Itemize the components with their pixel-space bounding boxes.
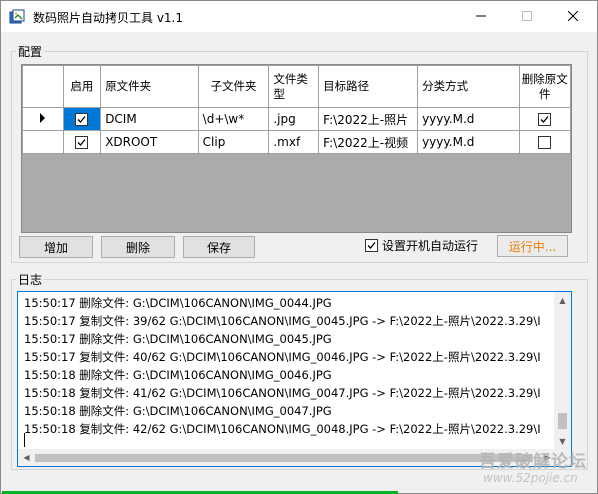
minimize-icon (476, 15, 486, 17)
log-line: 15:50:17 复制文件: 40/62 G:\DCIM\106CANON\IM… (24, 350, 541, 364)
close-icon (568, 11, 578, 21)
enabled-cell[interactable] (62, 130, 102, 154)
classify-cell[interactable]: yyyy.M.d (417, 107, 520, 131)
add-button[interactable]: 增加 (19, 236, 93, 258)
config-grid[interactable]: 启用 原文件夹 子文件夹 文件类型 目标路径 分类方式 删除原文件 DCIM \ (21, 64, 572, 233)
source-cell[interactable]: DCIM (100, 107, 199, 131)
title-bar[interactable]: 数码照片自动拷贝工具 v1.1 (1, 1, 597, 32)
source-cell[interactable]: XDROOT (100, 130, 199, 154)
watermark-line1: 吾爱破解论坛 (479, 452, 587, 472)
vertical-scroll-thumb[interactable] (558, 413, 567, 429)
app-window: 数码照片自动拷贝工具 v1.1 配置 启用 原文件夹 子文件夹 文件类型 目标路 (0, 0, 598, 494)
text-caret (24, 433, 25, 447)
filetype-cell[interactable]: .jpg (268, 107, 320, 131)
log-line: 15:50:18 删除文件: G:\DCIM\106CANON\IMG_0046… (24, 368, 332, 382)
minimize-button[interactable] (458, 1, 504, 31)
row-header-corner (22, 65, 64, 108)
table-row[interactable]: XDROOT Clip .mxf F:\2022上-视频 yyyy.M.d (22, 130, 571, 154)
checkbox-icon[interactable] (75, 136, 89, 149)
app-icon (9, 9, 25, 24)
column-header-target[interactable]: 目标路径 (318, 65, 419, 108)
column-header-source[interactable]: 原文件夹 (100, 65, 199, 108)
classify-cell[interactable]: yyyy.M.d (417, 130, 520, 154)
column-header-enabled[interactable]: 启用 (62, 65, 102, 108)
column-header-filetype[interactable]: 文件类型 (268, 65, 320, 108)
log-line: 15:50:17 删除文件: G:\DCIM\106CANON\IMG_0044… (24, 296, 332, 310)
log-line: 15:50:18 复制文件: 42/62 G:\DCIM\106CANON\IM… (24, 422, 541, 436)
table-row[interactable]: DCIM \d+\w* .jpg F:\2022上-照片 yyyy.M.d (22, 107, 571, 131)
subfolder-cell[interactable]: Clip (197, 130, 270, 154)
checkbox-icon[interactable] (538, 136, 552, 149)
target-cell[interactable]: F:\2022上-照片 (318, 107, 419, 131)
delete-cell[interactable] (518, 107, 571, 131)
checkbox-icon[interactable] (365, 239, 378, 252)
autostart-option[interactable]: 设置开机自动运行 (365, 237, 478, 254)
column-header-delete[interactable]: 删除原文件 (518, 65, 571, 108)
close-button[interactable] (550, 1, 596, 31)
log-textarea[interactable]: 15:50:17 删除文件: G:\DCIM\106CANON\IMG_0044… (17, 291, 572, 467)
delete-button[interactable]: 删除 (101, 236, 175, 258)
enabled-cell[interactable] (62, 107, 102, 131)
maximize-button[interactable] (504, 1, 550, 31)
target-cell[interactable]: F:\2022上-视频 (318, 130, 419, 154)
autostart-label: 设置开机自动运行 (382, 239, 479, 253)
grid-header-row: 启用 原文件夹 子文件夹 文件类型 目标路径 分类方式 删除原文件 (22, 65, 571, 108)
watermark: 吾爱破解论坛 www.52pojie.cn (471, 447, 597, 493)
checkbox-icon[interactable] (538, 113, 552, 126)
horizontal-scroll-thumb[interactable] (35, 454, 533, 462)
save-button[interactable]: 保存 (183, 236, 255, 258)
log-line: 15:50:17 删除文件: G:\DCIM\106CANON\IMG_0045… (24, 332, 332, 346)
run-button[interactable]: 运行中... (497, 235, 568, 257)
watermark-line2: www.52pojie.cn (483, 471, 578, 485)
scroll-left-arrow-icon[interactable]: ◀ (18, 449, 35, 466)
column-header-classify[interactable]: 分类方式 (417, 65, 520, 108)
log-line: 15:50:18 复制文件: 41/62 G:\DCIM\106CANON\IM… (24, 386, 541, 400)
window-title: 数码照片自动拷贝工具 v1.1 (33, 11, 184, 25)
row-header[interactable] (22, 107, 64, 131)
subfolder-cell[interactable]: \d+\w* (197, 107, 270, 131)
column-header-subfolder[interactable]: 子文件夹 (197, 65, 270, 108)
config-group-label: 配置 (16, 43, 45, 60)
filetype-cell[interactable]: .mxf (268, 130, 320, 154)
maximize-icon (522, 11, 532, 21)
scroll-up-arrow-icon[interactable]: ▲ (554, 292, 571, 309)
log-vertical-scrollbar[interactable]: ▲ ▼ (554, 292, 571, 450)
log-line: 15:50:18 删除文件: G:\DCIM\106CANON\IMG_0047… (24, 404, 332, 418)
row-header[interactable] (22, 130, 64, 154)
delete-cell[interactable] (518, 130, 571, 154)
checkbox-icon[interactable] (75, 113, 89, 126)
log-group-label: 日志 (16, 271, 45, 288)
row-pointer-icon (39, 113, 45, 123)
log-line: 15:50:17 复制文件: 39/62 G:\DCIM\106CANON\IM… (24, 314, 541, 328)
